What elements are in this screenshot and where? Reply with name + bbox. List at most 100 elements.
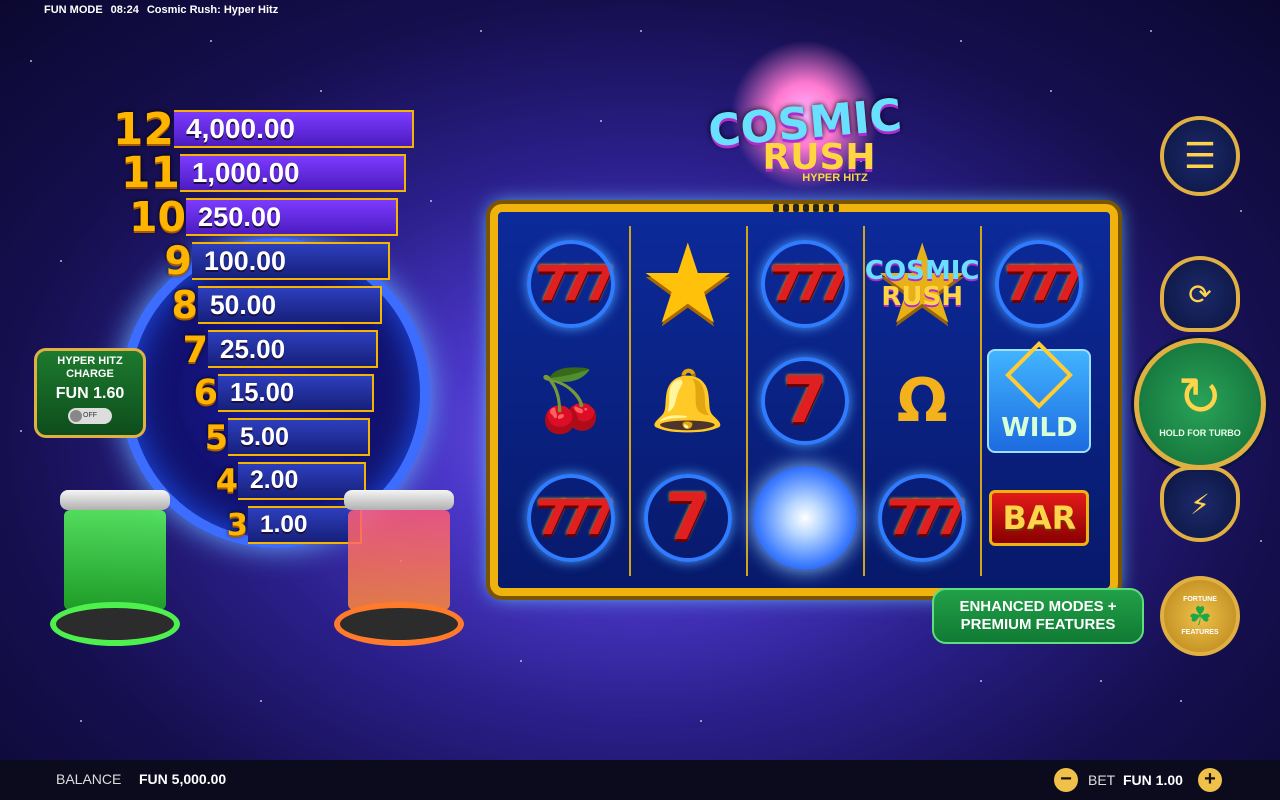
charge-toggle[interactable]: OFF xyxy=(68,408,112,424)
bet-label: BET xyxy=(1088,772,1116,788)
ladder-row: 7 25.00 xyxy=(154,328,378,371)
reel-cell: 7 xyxy=(746,343,863,460)
ladder-row: 12 4,000.00 xyxy=(104,104,414,155)
ladder-prize: 50.00 xyxy=(198,286,382,324)
reel-notch xyxy=(768,204,844,214)
ladder-prize: 15.00 xyxy=(218,374,374,412)
charge-title: HYPER HITZ CHARGE xyxy=(57,355,123,380)
star-dot xyxy=(210,40,212,42)
game-title: Cosmic Rush: Hyper Hitz xyxy=(146,4,279,16)
ladder-row: 8 50.00 xyxy=(144,283,382,327)
plasma-orb-symbol xyxy=(752,465,857,570)
ladder-row: 9 100.00 xyxy=(134,238,390,284)
wild-diamond-icon xyxy=(1005,341,1074,409)
menu-icon: ☰ xyxy=(1183,135,1217,177)
pod-cap xyxy=(60,490,170,510)
ladder-level: 4 xyxy=(215,462,238,500)
reel-cell: 777 xyxy=(981,226,1098,343)
pod-base xyxy=(50,602,180,646)
menu-button[interactable]: ☰ xyxy=(1160,116,1240,196)
wild-symbol: WILD xyxy=(987,341,1092,453)
star-dot xyxy=(1180,700,1182,702)
ladder-level: 6 xyxy=(193,373,218,413)
reel-cell: BAR xyxy=(981,459,1098,576)
ladder-level: 5 xyxy=(204,417,228,457)
status-bar: FUN MODE 08:24 Cosmic Rush: Hyper Hitz xyxy=(44,4,278,16)
reel-cell: WILD xyxy=(981,341,1098,460)
star-dot xyxy=(520,660,522,662)
spin-arrow-icon: ↻ xyxy=(1177,365,1223,428)
star-dot xyxy=(480,30,482,32)
horseshoe-symbol: Ω xyxy=(896,365,948,436)
reel-cell: 777 xyxy=(864,459,981,576)
turbo-button[interactable]: ⚡ xyxy=(1160,466,1240,542)
bet-value: FUN 1.00 xyxy=(1123,772,1183,788)
pod-base xyxy=(334,602,464,646)
star-dot xyxy=(20,430,22,432)
star-dot xyxy=(640,30,642,32)
ladder-prize: 25.00 xyxy=(208,330,378,368)
ladder-row: 6 15.00 xyxy=(164,372,374,414)
star-dot xyxy=(260,700,262,702)
pod-glass xyxy=(348,510,450,610)
ladder-level: 10 xyxy=(128,193,186,241)
star-dot xyxy=(980,680,982,682)
toggle-label: OFF xyxy=(83,412,97,419)
reel-cell: 777 xyxy=(746,226,863,343)
star-dot xyxy=(320,90,322,92)
star-dot xyxy=(700,720,702,722)
turbo-icon: ⚡ xyxy=(1190,487,1210,521)
ladder-level: 8 xyxy=(171,283,198,327)
clover-icon: ☘ xyxy=(1188,601,1212,631)
logo-symbol-bottom: RUSH xyxy=(881,282,963,313)
star-dot xyxy=(60,260,62,262)
bet-increase-button[interactable]: + xyxy=(1198,768,1222,792)
promo-banner[interactable]: ENHANCED MODES + PREMIUM FEATURES xyxy=(932,588,1144,644)
reel-cell: ★ COSMIC RUSH xyxy=(864,226,981,343)
spin-button[interactable]: ↻ HOLD FOR TURBO xyxy=(1134,338,1266,470)
footer-bar: BALANCE FUN 5,000.00 − BET FUN 1.00 + xyxy=(0,760,1280,800)
autoplay-button[interactable]: ⟳ xyxy=(1160,256,1240,332)
reel-cell: 777 xyxy=(512,226,629,343)
bell-symbol: 🔔 xyxy=(650,366,726,437)
star-dot xyxy=(80,720,82,722)
promo-line-2: PREMIUM FEATURES xyxy=(960,616,1116,633)
hyper-hitz-charge-panel: HYPER HITZ CHARGE FUN 1.60 OFF xyxy=(34,348,146,438)
star-dot xyxy=(600,120,602,122)
star-dot xyxy=(960,40,962,42)
ladder-row: 10 250.00 xyxy=(124,193,398,241)
ladder-level: 12 xyxy=(112,103,174,155)
reel-cell xyxy=(746,459,863,576)
glow-ring xyxy=(760,240,849,329)
star-dot xyxy=(1150,30,1152,32)
cherry-symbol: 🍒 xyxy=(533,366,608,437)
logo-line-3: HYPER HITZ xyxy=(802,172,868,184)
charge-value: FUN 1.60 xyxy=(55,385,125,402)
reel-frame: 777 ★ 777 ★ COSMIC RUSH 777 🍒 🔔 7 Ω WILD 777 7 777 BAR xyxy=(490,204,1118,596)
bar-symbol: BAR xyxy=(989,489,1090,546)
reel-cell: 🔔 xyxy=(629,343,746,460)
glow-ring xyxy=(878,473,967,562)
reel-grid: 777 ★ 777 ★ COSMIC RUSH 777 🍒 🔔 7 Ω WILD 777 7 777 BAR xyxy=(512,226,1098,576)
balance-label: BALANCE xyxy=(56,771,122,787)
reel-cell: 7 xyxy=(629,459,746,576)
balance-value: FUN 5,000.00 xyxy=(139,771,227,787)
glow-ring xyxy=(760,356,849,445)
green-pod xyxy=(50,490,180,660)
glow-ring xyxy=(643,473,732,562)
star-dot xyxy=(1240,210,1242,212)
bet-decrease-button[interactable]: − xyxy=(1054,768,1078,792)
star-dot xyxy=(1050,90,1052,92)
fortune-bottom-label: FEATURES xyxy=(1181,629,1219,636)
ladder-prize: 100.00 xyxy=(192,242,390,280)
ladder-row: 5 5.00 xyxy=(174,416,370,458)
reel-cell: 777 xyxy=(512,459,629,576)
ladder-prize: 250.00 xyxy=(186,198,398,236)
mode-label: FUN MODE xyxy=(44,4,103,16)
toggle-knob xyxy=(70,410,82,422)
fortune-features-button[interactable]: FORTUNE ☘ FEATURES xyxy=(1160,576,1240,656)
clock: 08:24 xyxy=(110,4,139,16)
reel-cell: 🍒 xyxy=(512,343,629,460)
star-dot xyxy=(430,200,432,202)
wild-label: WILD xyxy=(1001,412,1078,443)
